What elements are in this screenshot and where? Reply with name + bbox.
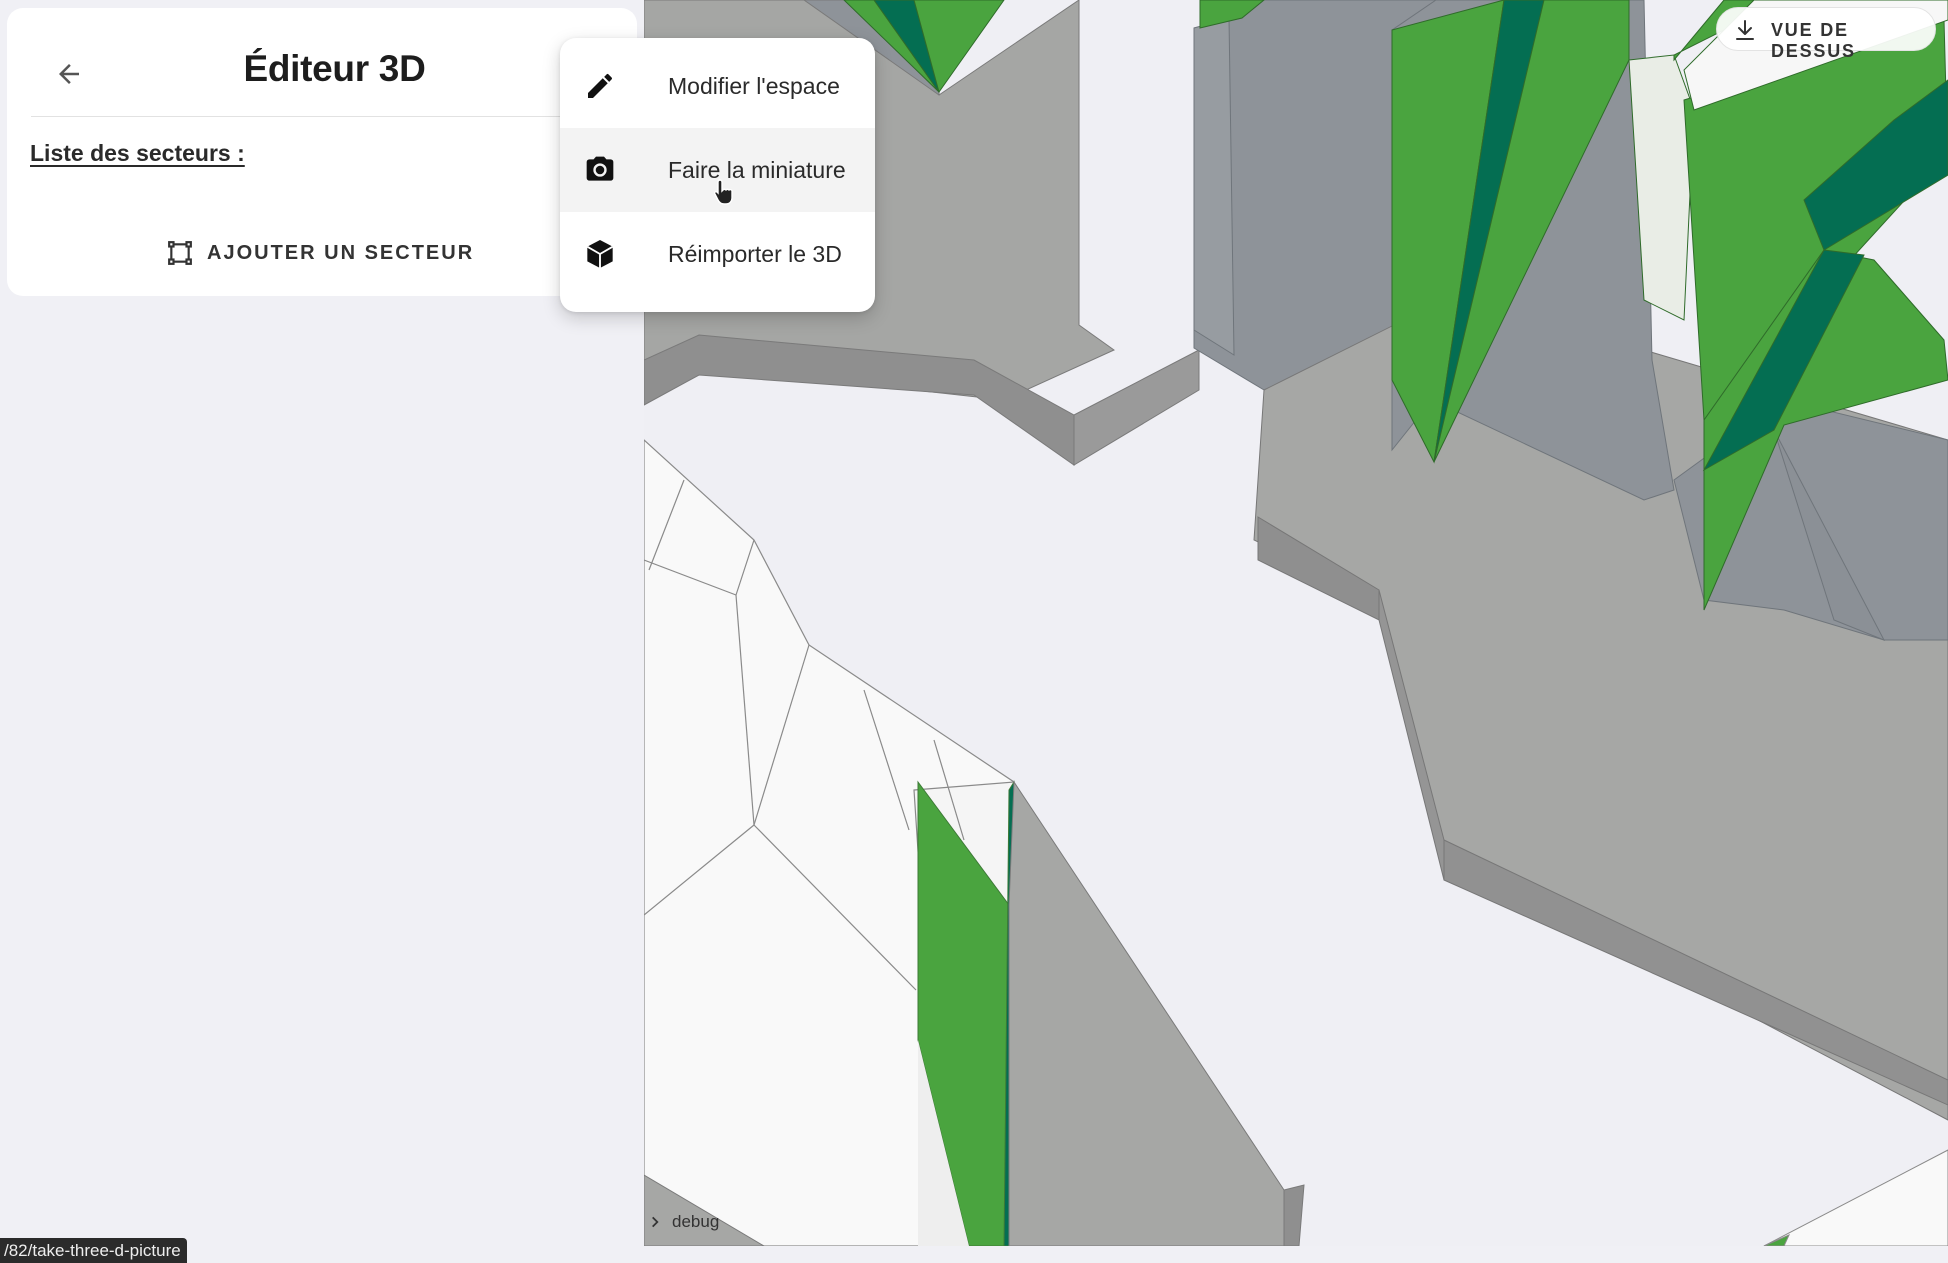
chevron-right-icon (652, 1216, 659, 1228)
debug-toggle[interactable]: debug (648, 1212, 719, 1232)
menu-item-label: Faire la miniature (668, 156, 846, 183)
debug-label: debug (672, 1212, 720, 1231)
top-view-button[interactable]: VUE DE DESSUS (1716, 7, 1936, 61)
cube-icon (586, 240, 614, 268)
pencil-icon (588, 73, 613, 98)
menu-item-edit-space[interactable]: Modifier l'espace (560, 44, 875, 128)
divider (31, 116, 614, 117)
page-title: Éditeur 3D (243, 48, 426, 89)
hand-pointer-icon (714, 179, 733, 205)
vector-square-icon (168, 241, 192, 265)
download-icon (1736, 20, 1754, 40)
back-button[interactable] (47, 52, 91, 96)
add-sector-label: AJOUTER UN SECTEUR (207, 241, 475, 264)
menu-item-reimport-3d[interactable]: Réimporter le 3D (560, 212, 875, 296)
menu-item-label: Réimporter le 3D (668, 240, 842, 267)
status-bar-url: /82/take-three-d-picture (0, 1238, 187, 1263)
add-sector-button[interactable]: AJOUTER UN SECTEUR (167, 233, 474, 273)
sectors-list-label: Liste des secteurs : (30, 140, 245, 166)
top-view-label: VUE DE DESSUS (1771, 20, 1856, 61)
actions-menu: Modifier l'espace Faire la miniature Réi… (560, 38, 875, 312)
camera-icon (586, 156, 614, 181)
white-sector-corner (1763, 1149, 1948, 1246)
editor-panel: Éditeur 3D Liste des secteurs : AJOUTER … (7, 8, 637, 296)
arrow-left-icon (59, 64, 79, 84)
menu-item-label: Modifier l'espace (668, 72, 840, 99)
